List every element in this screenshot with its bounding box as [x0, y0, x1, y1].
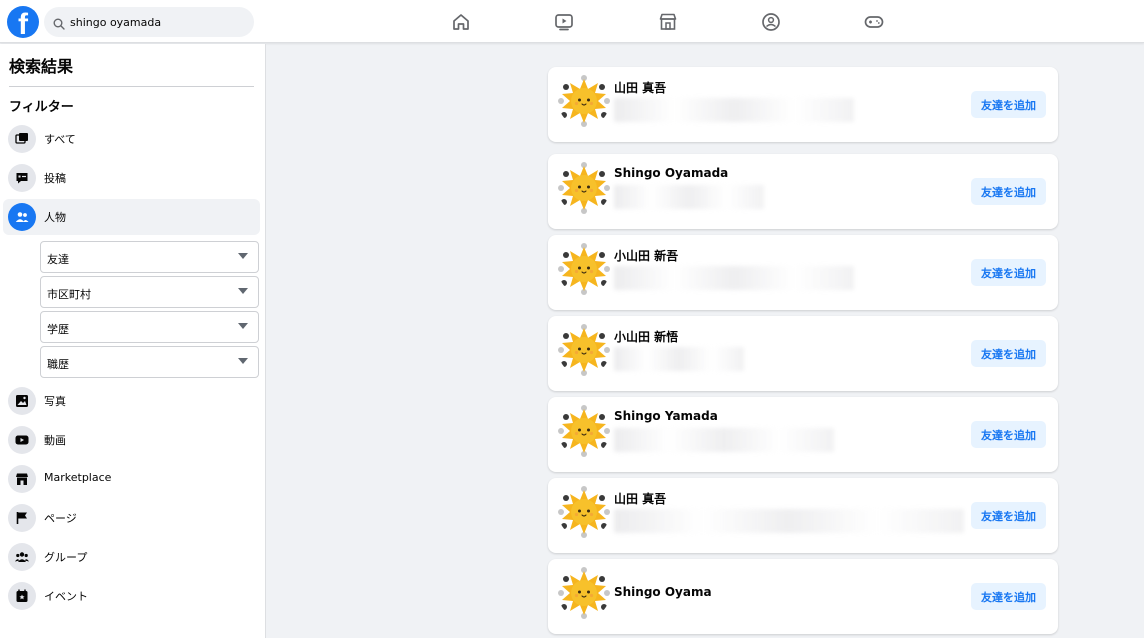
blurred-details	[614, 266, 854, 290]
sidebar-item-all[interactable]: すべて	[3, 121, 260, 157]
sidebar-item-label: イベント	[44, 590, 88, 603]
avatar[interactable]	[558, 75, 610, 127]
add-friend-button[interactable]: 友達を追加	[971, 502, 1046, 529]
add-friend-button[interactable]: 友達を追加	[971, 583, 1046, 610]
filter-select-label: 学歴	[47, 323, 69, 336]
sidebar-item-label: 人物	[44, 211, 66, 224]
sidebar-item-pages[interactable]: ページ	[3, 500, 260, 536]
top-navigation-bar: f	[0, 0, 1144, 43]
person-name[interactable]: Shingo Yamada	[614, 409, 718, 423]
search-filters-sidebar: 検索結果 フィルター すべて 投稿 人物 友達 市区町村 学歴 職歴 写真 動画…	[0, 44, 266, 638]
avatar[interactable]	[558, 324, 610, 376]
avatar[interactable]	[558, 567, 610, 619]
posts-icon	[8, 164, 36, 192]
sidebar-item-label: すべて	[44, 133, 76, 146]
facebook-logo[interactable]: f	[7, 6, 39, 41]
person-name[interactable]: Shingo Oyama	[614, 585, 712, 599]
flag-icon	[8, 504, 36, 532]
person-name[interactable]: 小山田 新吾	[614, 247, 678, 264]
person-name[interactable]: Shingo Oyamada	[614, 166, 728, 180]
filter-education-select[interactable]: 学歴	[40, 311, 259, 343]
sidebar-item-events[interactable]: イベント	[3, 578, 260, 614]
groups-icon	[8, 543, 36, 571]
marketplace-icon[interactable]	[657, 11, 679, 33]
add-friend-button[interactable]: 友達を追加	[971, 421, 1046, 448]
sidebar-item-label: Marketplace	[44, 471, 112, 484]
marketplace-icon	[8, 465, 36, 493]
sidebar-item-videos[interactable]: 動画	[3, 422, 260, 458]
person-result-card[interactable]: 山田 真吾 友達を追加	[548, 67, 1058, 142]
search-icon	[53, 15, 65, 34]
search-input[interactable]	[70, 11, 248, 33]
add-friend-button[interactable]: 友達を追加	[971, 340, 1046, 367]
filter-select-label: 職歴	[47, 358, 69, 371]
person-result-card[interactable]: Shingo Yamada 友達を追加	[548, 397, 1058, 472]
blurred-details	[614, 98, 854, 122]
calendar-icon	[8, 582, 36, 610]
blurred-details	[614, 428, 834, 452]
avatar[interactable]	[558, 486, 610, 538]
filter-select-label: 友達	[47, 253, 69, 266]
add-friend-button[interactable]: 友達を追加	[971, 178, 1046, 205]
sidebar-item-label: グループ	[44, 551, 88, 564]
video-icon	[8, 426, 36, 454]
blurred-details	[614, 347, 744, 371]
filter-heading: フィルター	[9, 100, 74, 115]
blurred-details	[614, 185, 764, 209]
caret-down-icon	[238, 288, 248, 294]
caret-down-icon	[238, 253, 248, 259]
filter-city-select[interactable]: 市区町村	[40, 276, 259, 308]
caret-down-icon	[238, 323, 248, 329]
sidebar-item-photos[interactable]: 写真	[3, 383, 260, 419]
photos-icon	[8, 387, 36, 415]
avatar[interactable]	[558, 405, 610, 457]
search-results-title: 検索結果	[9, 57, 74, 76]
person-result-card[interactable]: 小山田 新吾 友達を追加	[548, 235, 1058, 310]
all-results-icon	[8, 125, 36, 153]
sidebar-item-label: 写真	[44, 395, 66, 408]
filter-select-label: 市区町村	[47, 288, 91, 301]
avatar[interactable]	[558, 162, 610, 214]
sidebar-divider	[9, 86, 254, 87]
facebook-logo-letter: f	[18, 8, 28, 41]
search-box[interactable]	[44, 7, 254, 37]
filter-work-select[interactable]: 職歴	[40, 346, 259, 378]
person-result-card[interactable]: Shingo Oyama 友達を追加	[548, 559, 1058, 634]
add-friend-button[interactable]: 友達を追加	[971, 259, 1046, 286]
person-name[interactable]: 小山田 新悟	[614, 328, 678, 345]
sidebar-item-people[interactable]: 人物	[3, 199, 260, 235]
person-name[interactable]: 山田 真吾	[614, 490, 666, 507]
sidebar-item-posts[interactable]: 投稿	[3, 160, 260, 196]
add-friend-button[interactable]: 友達を追加	[971, 91, 1046, 118]
sidebar-item-label: ページ	[44, 512, 77, 525]
sidebar-item-marketplace[interactable]: Marketplace	[3, 461, 260, 497]
sidebar-item-label: 投稿	[44, 172, 66, 185]
home-icon[interactable]	[450, 11, 472, 33]
people-icon	[8, 203, 36, 231]
person-result-card[interactable]: 山田 真吾 友達を追加	[548, 478, 1058, 553]
groups-icon[interactable]	[760, 11, 782, 33]
person-result-card[interactable]: Shingo Oyamada 友達を追加	[548, 154, 1058, 229]
person-result-card[interactable]: 小山田 新悟 友達を追加	[548, 316, 1058, 391]
avatar[interactable]	[558, 243, 610, 295]
gaming-icon[interactable]	[863, 11, 885, 33]
filter-friends-select[interactable]: 友達	[40, 241, 259, 273]
sidebar-item-groups[interactable]: グループ	[3, 539, 260, 575]
caret-down-icon	[238, 358, 248, 364]
blurred-details	[614, 509, 964, 533]
sidebar-item-label: 動画	[44, 434, 66, 447]
person-name[interactable]: 山田 真吾	[614, 79, 666, 96]
watch-icon[interactable]	[553, 11, 575, 33]
